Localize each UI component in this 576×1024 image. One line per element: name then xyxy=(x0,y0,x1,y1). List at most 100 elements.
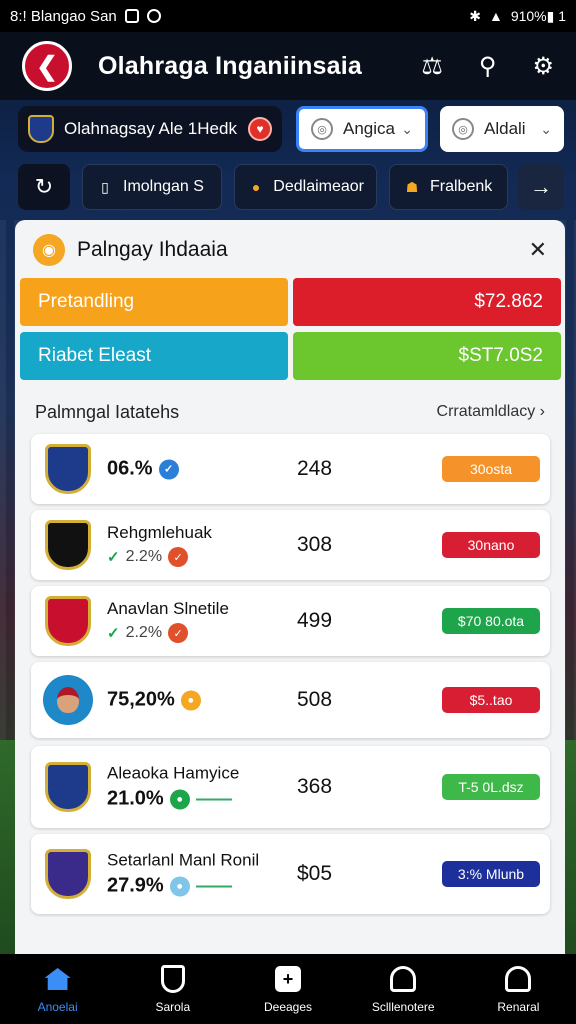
percent-value: 27.9% xyxy=(107,874,164,897)
team-name: Rehgmlehuak xyxy=(107,523,212,542)
chevron-down-icon: ⌄ xyxy=(401,120,413,137)
profile-icon xyxy=(505,966,532,992)
odds-badge[interactable]: T-5 0L.dsz xyxy=(442,774,540,800)
team-percent: ✓ 2.2% ✓ xyxy=(107,547,212,567)
category-row: ↻ ▯ Imolngan S ● Dedlaimeaor ☗ Fralbenk … xyxy=(0,162,576,212)
phone-icon: ▯ xyxy=(101,178,109,195)
odds-badge-label: 30osta xyxy=(469,461,513,477)
home-icon xyxy=(44,968,71,990)
card-title: Palngay Ihdaaia xyxy=(77,238,228,261)
odds-badge-label: 3:% Mlunb xyxy=(457,866,525,882)
nav-add[interactable]: + Deeages xyxy=(230,954,345,1024)
team-percent: 21.0% ● xyxy=(107,788,239,811)
category-pill-3[interactable]: ☗ Fralbenk xyxy=(389,164,508,210)
league-dropdown-label: Aldali xyxy=(484,119,526,138)
nav-label: Sclllenotere xyxy=(371,1000,435,1014)
status-dot-icon: ● xyxy=(169,789,190,809)
check-icon: ✓ xyxy=(107,549,120,566)
stat-label-2: Riabet Eleast xyxy=(20,332,288,380)
gear-icon[interactable]: ⚙ xyxy=(532,52,554,81)
odds-badge[interactable]: $5..tao xyxy=(442,687,540,713)
refresh-button[interactable]: ↻ xyxy=(18,164,70,210)
odds-badge[interactable]: 3:% Mlunb xyxy=(442,861,540,887)
see-all-link[interactable]: Crratamldlacy › xyxy=(437,403,545,421)
nav-profile[interactable]: Renaral xyxy=(461,954,576,1024)
team-row[interactable]: Setarlanl Manl Ronil 27.9% ● $05 3:% Mlunb xyxy=(31,834,550,914)
team-name: Anavlan Slnetile xyxy=(107,599,229,618)
nav-users[interactable]: Sclllenotere xyxy=(346,954,461,1024)
team-chip[interactable]: Olahnagsay Ale 1Hedk ♥ xyxy=(18,106,282,152)
region-dropdown-label: Angica xyxy=(343,119,395,138)
shield-icon xyxy=(160,965,185,993)
nav-scores[interactable]: Sarola xyxy=(115,954,230,1024)
team-row[interactable]: Rehgmlehuak ✓ 2.2% ✓ 308 30nano xyxy=(31,510,550,580)
status-left-text: 8:! Blangao San xyxy=(10,7,117,25)
team-info: Anavlan Slnetile ✓ 2.2% ✓ xyxy=(107,599,229,643)
app-logo-icon[interactable]: ❮ xyxy=(22,41,72,91)
percent-value: 2.2% xyxy=(125,624,163,641)
odds-badge[interactable]: 30nano xyxy=(442,532,540,558)
odds-badge[interactable]: 30osta xyxy=(442,456,540,482)
team-percent: ✓ 2.2% ✓ xyxy=(107,623,229,643)
team-row[interactable]: Aleaoka Hamyice 21.0% ● 368 T-5 0L.dsz xyxy=(31,746,550,828)
arrow-right-icon: → xyxy=(530,174,552,199)
sync-icon xyxy=(146,9,161,23)
team-name: Setarlanl Manl Ronil xyxy=(107,850,260,870)
category-pill-label: Fralbenk xyxy=(430,178,493,195)
team-info: Aleaoka Hamyice 21.0% ● xyxy=(107,764,239,811)
nav-home[interactable]: Anoelai xyxy=(0,954,115,1024)
search-icon[interactable]: ⚲ xyxy=(479,52,497,81)
status-dot-icon: ✓ xyxy=(168,623,189,643)
plus-square-icon: + xyxy=(275,966,301,992)
wifi-icon: ▲ xyxy=(488,8,503,24)
nav-label: Deeages xyxy=(263,1000,313,1014)
category-pill-2[interactable]: ● Dedlaimeaor xyxy=(234,164,377,210)
team-row[interactable]: 75,20% ● 508 $5..tao xyxy=(31,662,550,738)
team-crest-icon xyxy=(28,115,54,143)
team-info: Rehgmlehuak ✓ 2.2% ✓ xyxy=(107,523,212,567)
user-icon xyxy=(390,966,417,992)
next-arrow-button[interactable]: → xyxy=(518,164,564,210)
trend-line-icon xyxy=(195,798,232,800)
odds-badge-label: 30nano xyxy=(467,537,515,553)
team-score: 508 xyxy=(297,688,333,711)
team-row[interactable]: Anavlan Slnetile ✓ 2.2% ✓ 499 $70 80.ota xyxy=(31,586,550,656)
close-icon[interactable]: ✕ xyxy=(529,237,547,263)
category-pill-label: Dedlaimeaor xyxy=(273,178,364,195)
team-crest-icon xyxy=(45,444,91,494)
odds-badge[interactable]: $70 80.ota xyxy=(442,608,540,634)
check-icon: ✓ xyxy=(107,625,120,642)
league-dropdown[interactable]: ◎ Aldali ⌄ xyxy=(440,106,564,152)
team-score: 499 xyxy=(297,609,333,632)
stat-label-1: Pretandling xyxy=(20,278,288,326)
team-info: Setarlanl Manl Ronil 27.9% ● xyxy=(107,851,259,898)
stat-value-1: $72.862 xyxy=(293,278,561,326)
team-row[interactable]: 06.% ✓ 248 30osta xyxy=(31,434,550,504)
notification-icon xyxy=(124,9,139,23)
category-pill-1[interactable]: ▯ Imolngan S xyxy=(82,164,222,210)
coin-icon: ◉ xyxy=(33,234,65,266)
team-percent: 06.% ✓ xyxy=(107,458,179,481)
player-face-icon xyxy=(57,687,79,713)
chevron-down-icon: ⌄ xyxy=(540,120,552,137)
ball-icon: ● xyxy=(251,179,261,195)
filter-icon[interactable]: ⚖ xyxy=(421,52,443,81)
globe-icon: ◎ xyxy=(311,118,333,140)
region-dropdown[interactable]: ◎ Angica ⌄ xyxy=(296,106,428,152)
main-card: ◉ Palngay Ihdaaia ✕ Pretandling $72.862 … xyxy=(15,220,565,960)
app-title: Olahraga Inganiinsaia xyxy=(98,51,363,80)
refresh-icon: ↻ xyxy=(34,174,54,199)
team-score: 308 xyxy=(297,533,333,556)
team-crest-icon xyxy=(45,520,91,570)
category-pill-label: Imolngan S xyxy=(123,178,204,195)
section-header: Palmngal Iatatehs Crratamldlacy › xyxy=(35,396,545,428)
nav-label: Sarola xyxy=(155,1000,191,1014)
percent-value: 06.% xyxy=(107,457,153,480)
player-avatar xyxy=(43,675,93,725)
odds-badge-label: T-5 0L.dsz xyxy=(458,779,524,795)
status-bar: 8:! Blangao San ✱ ▲ 910%▮ 1 xyxy=(0,0,576,32)
team-info: 06.% ✓ xyxy=(107,458,179,481)
nav-label: Renaral xyxy=(497,1000,540,1014)
team-crest-icon xyxy=(45,849,91,899)
status-dot-icon: ● xyxy=(180,690,201,710)
